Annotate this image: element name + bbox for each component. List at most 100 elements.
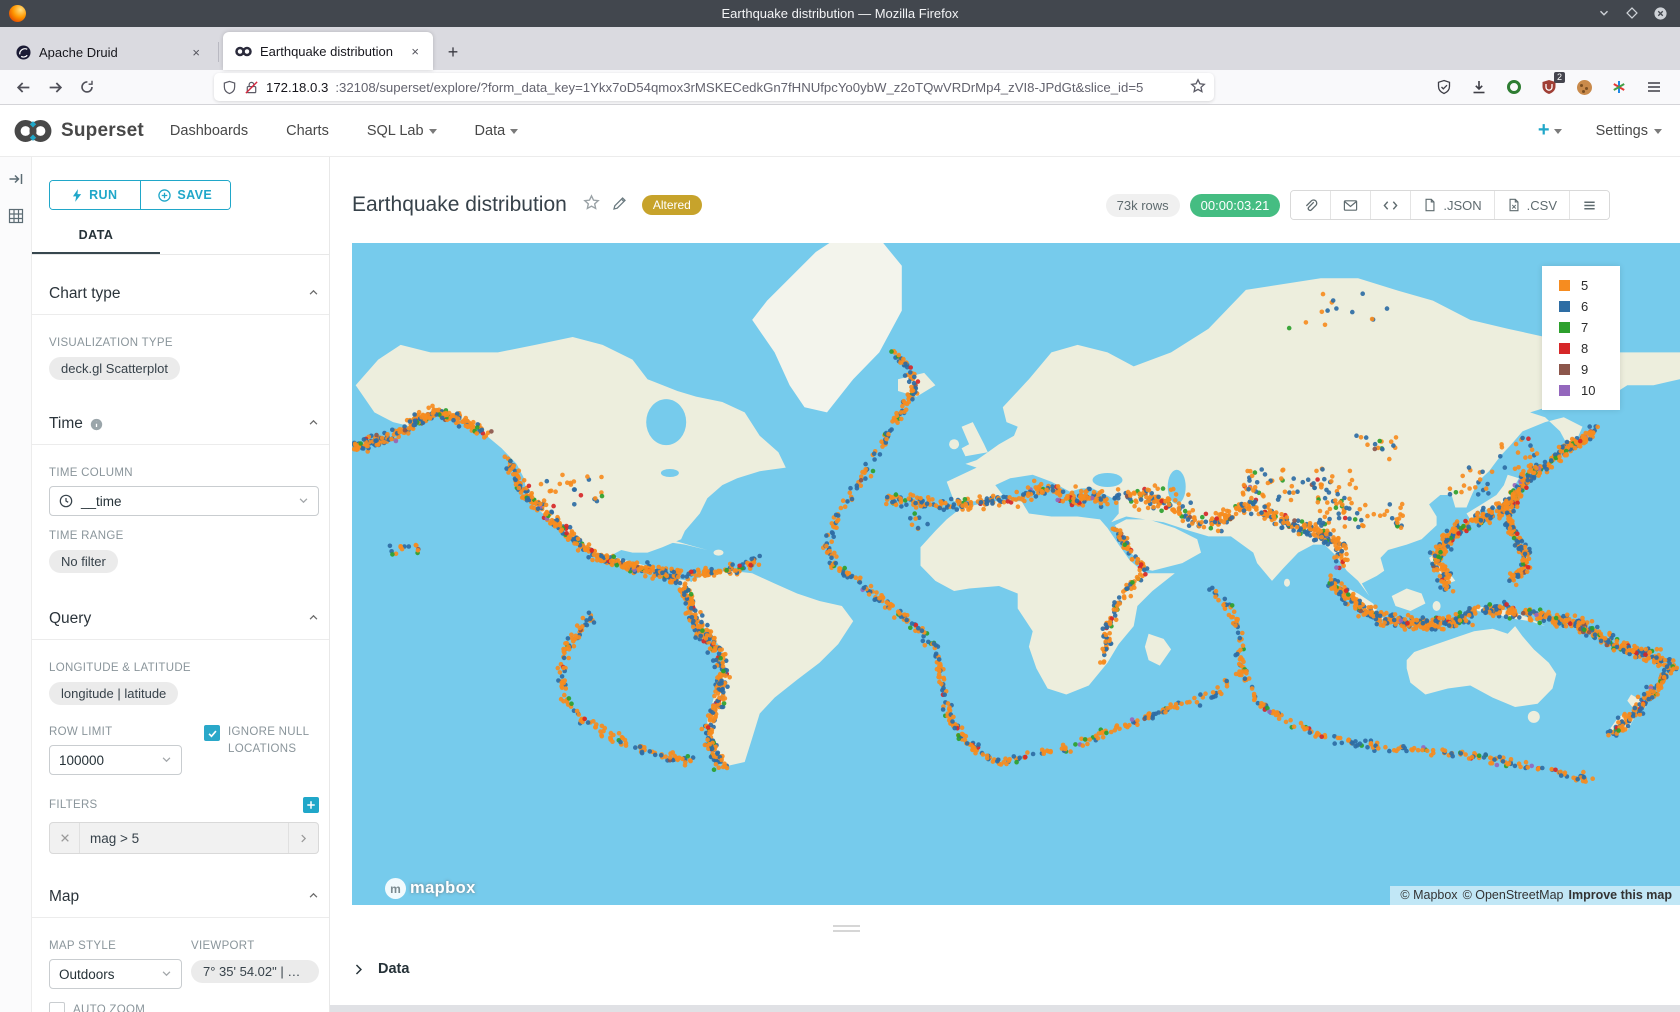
copy-link-button[interactable]	[1291, 191, 1330, 219]
edit-properties-icon[interactable]	[612, 195, 628, 216]
auto-zoom-checkbox[interactable]	[49, 1002, 65, 1012]
window-maximize-button[interactable]	[1625, 6, 1639, 21]
back-button[interactable]	[10, 74, 36, 100]
legend-item-8[interactable]: 8	[1542, 338, 1620, 359]
row-limit-label: ROW LIMIT	[49, 726, 204, 738]
collapse-panel-icon[interactable]	[8, 171, 24, 192]
chevron-down-icon	[161, 753, 172, 768]
mapbox-logo[interactable]: m mapbox	[385, 878, 476, 899]
viewport-value[interactable]: 7° 35' 54.02" | 31...	[191, 960, 319, 983]
url-path: :32108/superset/explore/?form_data_key=1…	[335, 80, 1143, 95]
tab-earthquake-distribution[interactable]: Earthquake distribution ×	[223, 32, 433, 70]
viz-type-value[interactable]: deck.gl Scatterplot	[49, 357, 180, 380]
permissions-shield-icon[interactable]	[1434, 77, 1454, 97]
window-title: Earthquake distribution — Mozilla Firefo…	[0, 6, 1680, 21]
tab-data[interactable]: DATA	[32, 228, 160, 254]
downloads-icon[interactable]	[1469, 77, 1489, 97]
bookmark-star-icon[interactable]	[1190, 78, 1206, 97]
superset-logo[interactable]: Superset	[12, 117, 144, 145]
checkmark-icon	[207, 728, 218, 739]
filter-item[interactable]: mag > 5	[49, 822, 319, 854]
save-button[interactable]: SAVE	[140, 181, 231, 209]
tab-close-icon[interactable]: ×	[188, 44, 204, 61]
ublock-origin-icon[interactable]: 2	[1539, 77, 1559, 97]
time-column-select[interactable]: __time	[49, 486, 319, 516]
browser-menu-icon[interactable]	[1644, 77, 1664, 97]
plus-icon: +	[1538, 119, 1550, 142]
nav-item-data[interactable]: Data	[475, 123, 519, 139]
viewport-label: VIEWPORT	[191, 940, 319, 952]
section-title: Time	[49, 415, 83, 433]
export-json-button[interactable]: .JSON	[1410, 191, 1493, 219]
tab-close-icon[interactable]: ×	[407, 43, 423, 60]
legend-label: 7	[1581, 320, 1588, 335]
embed-code-button[interactable]	[1370, 191, 1410, 219]
lonlat-value[interactable]: longitude | latitude	[49, 682, 178, 705]
new-tab-button[interactable]: +	[439, 38, 467, 66]
section-time[interactable]: Time	[49, 415, 319, 433]
chart-title: Earthquake distribution	[352, 193, 567, 217]
filter-expression: mag > 5	[80, 831, 288, 846]
cookie-extension-icon[interactable]	[1574, 77, 1594, 97]
email-share-button[interactable]	[1330, 191, 1370, 219]
time-column-value: __time	[81, 494, 122, 509]
run-button[interactable]: RUN	[50, 181, 140, 209]
data-results-collapse[interactable]: Data	[352, 961, 1680, 977]
chevron-up-icon	[308, 888, 319, 906]
legend-item-6[interactable]: 6	[1542, 296, 1620, 317]
chevron-down-icon	[298, 494, 309, 509]
deckgl-scatter-map[interactable]: 56 7 8910 m mapbox © Mapbox © OpenStreetMa…	[352, 243, 1680, 905]
remove-filter-icon[interactable]	[50, 823, 80, 853]
tracking-shield-icon[interactable]	[222, 80, 237, 95]
section-query[interactable]: Query	[49, 610, 319, 628]
legend-item-7[interactable]: 7	[1542, 317, 1620, 338]
legend-item-5[interactable]: 5	[1542, 275, 1620, 296]
map-attribution: © Mapbox © OpenStreetMap Improve this ma…	[1390, 886, 1680, 905]
auto-zoom-label: AUTO ZOOM	[73, 1002, 145, 1012]
chevron-up-icon	[308, 415, 319, 433]
map-style-select[interactable]: Outdoors	[49, 959, 182, 989]
code-icon	[1383, 198, 1398, 213]
nav-item-dashboards[interactable]: Dashboards	[170, 123, 248, 139]
viz-type-label: VISUALIZATION TYPE	[49, 337, 319, 349]
section-title: Map	[49, 888, 79, 906]
filter-expand-icon[interactable]	[288, 823, 318, 853]
mapbox-wordmark: mapbox	[410, 879, 476, 898]
url-bar[interactable]: 172.18.0.3:32108/superset/explore/?form_…	[214, 73, 1214, 101]
settings-menu[interactable]: Settings	[1596, 123, 1662, 139]
reload-button[interactable]	[74, 74, 100, 100]
forward-button[interactable]	[42, 74, 68, 100]
legend-item-9[interactable]: 9	[1542, 359, 1620, 380]
attribution-osm-link[interactable]: © OpenStreetMap	[1463, 888, 1564, 902]
section-map[interactable]: Map	[49, 888, 319, 906]
window-close-button[interactable]	[1653, 6, 1668, 21]
section-chart-type[interactable]: Chart type	[49, 285, 319, 303]
window-minimize-button[interactable]	[1597, 6, 1611, 21]
firefox-logo-icon	[9, 5, 26, 22]
favorite-star-icon[interactable]	[583, 194, 600, 216]
nav-item-label: Dashboards	[170, 123, 248, 139]
new-item-button[interactable]: +	[1538, 119, 1562, 142]
ignore-null-checkbox[interactable]	[204, 725, 220, 741]
export-csv-button[interactable]: .CSV	[1494, 191, 1569, 219]
superset-infinity-icon	[12, 117, 54, 145]
insecure-lock-icon[interactable]	[244, 80, 259, 95]
datasource-grid-icon[interactable]	[8, 208, 24, 229]
extension-lens-icon[interactable]	[1504, 77, 1524, 97]
clock-icon	[59, 494, 73, 508]
brand-name: Superset	[61, 120, 144, 142]
legend-item-10[interactable]: 10	[1542, 380, 1620, 401]
color-burst-extension-icon[interactable]	[1609, 77, 1629, 97]
nav-item-sql-lab[interactable]: SQL Lab	[367, 123, 437, 139]
add-filter-button[interactable]	[303, 797, 319, 813]
tab-apache-druid[interactable]: Apache Druid ×	[4, 34, 214, 70]
attribution-mapbox-link[interactable]: © Mapbox	[1400, 888, 1457, 902]
time-range-value[interactable]: No filter	[49, 550, 118, 573]
world-map-canvas	[352, 243, 1680, 905]
export-csv-label: .CSV	[1527, 198, 1557, 213]
row-limit-select[interactable]: 100000	[49, 745, 182, 775]
nav-item-charts[interactable]: Charts	[286, 123, 329, 139]
panel-drag-handle[interactable]	[833, 925, 860, 932]
attribution-improve-link[interactable]: Improve this map	[1569, 888, 1673, 902]
chart-menu-button[interactable]	[1569, 191, 1609, 219]
